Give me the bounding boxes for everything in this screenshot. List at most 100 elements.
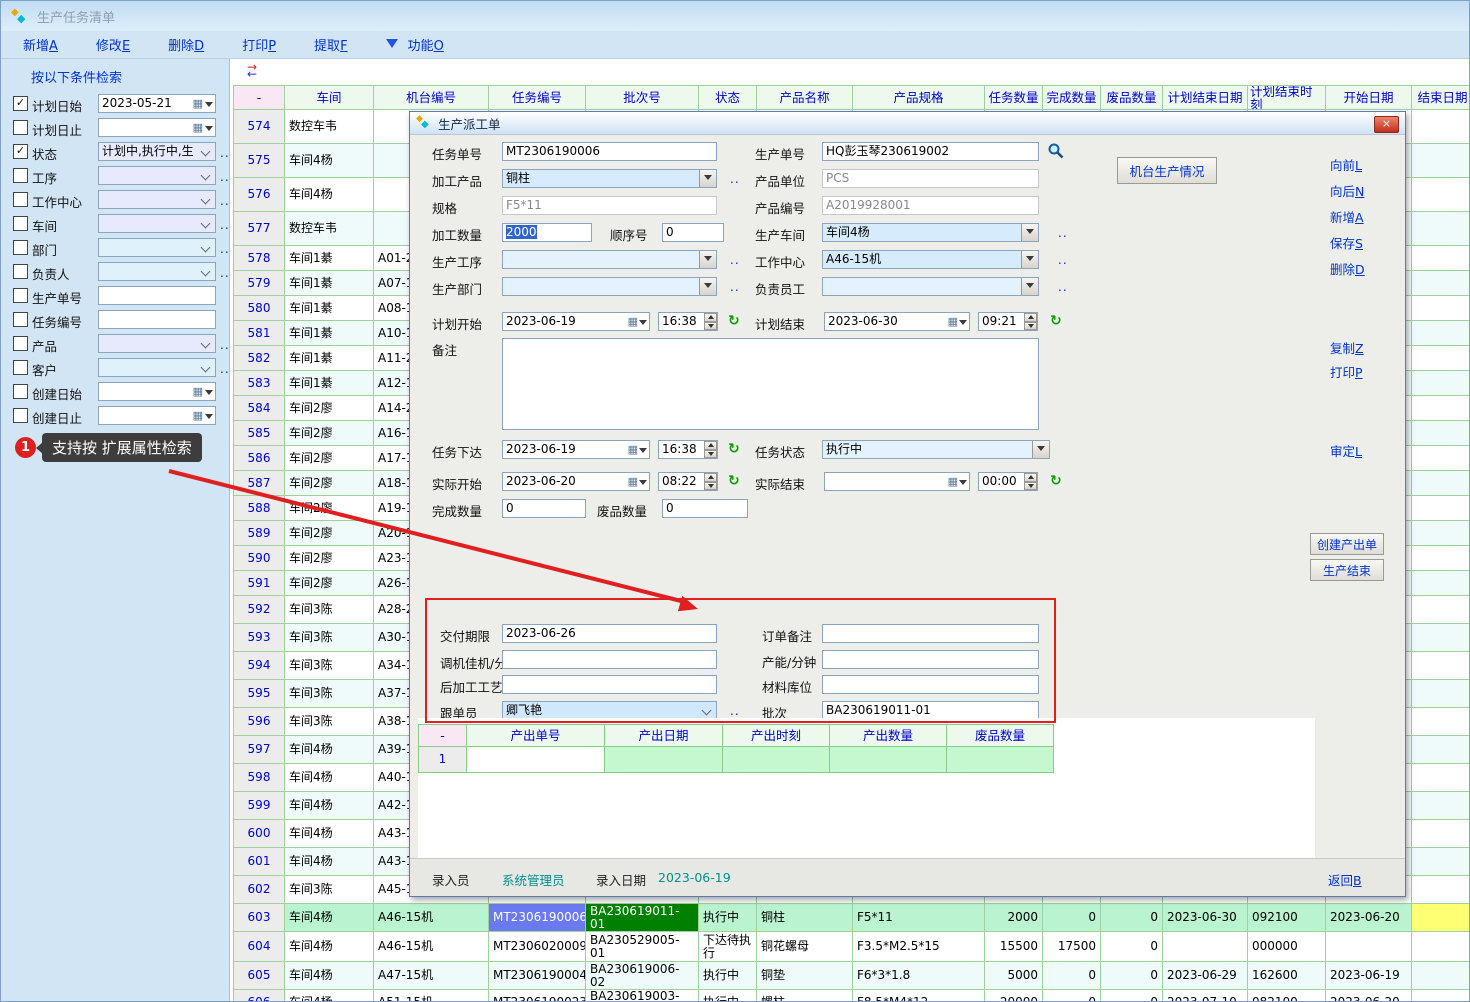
filter-input[interactable] [98,310,216,329]
column-header[interactable]: 车间 [285,86,374,110]
table-cell[interactable]: 车间4杨 [285,848,374,876]
more-options[interactable]: .. [730,280,740,294]
table-cell[interactable]: 592 [234,596,285,624]
act-end-time-field[interactable]: 00:00 [978,472,1038,491]
table-cell[interactable]: 574 [234,110,285,144]
table-cell[interactable]: 2023-06-30 [1163,904,1248,932]
spinner-down-icon[interactable] [704,450,717,459]
filter-date[interactable]: ▦ [98,118,216,137]
swap-columns-icon[interactable]: →← [247,64,267,80]
done-field[interactable]: 0 [502,499,586,518]
plan-end-date-field[interactable]: 2023-06-30▦ [824,312,970,331]
table-cell[interactable] [1412,736,1470,764]
table-cell[interactable]: A46-15机 [374,932,489,962]
table-cell[interactable]: 车间2廖 [285,496,374,521]
spinner-down-icon[interactable] [704,322,717,331]
table-cell[interactable]: MT2306190004 [489,962,586,990]
table-cell[interactable] [1412,178,1470,212]
table-cell[interactable] [1412,421,1470,446]
more-options[interactable]: .. [220,218,230,232]
table-cell[interactable]: 591 [234,571,285,596]
output-table-cell[interactable] [605,747,723,773]
more-options[interactable]: .. [1058,226,1068,240]
table-cell[interactable]: 车间1綦 [285,246,374,271]
refresh-icon[interactable]: ↻ [1050,313,1062,329]
more-options[interactable]: .. [220,266,230,280]
machine-status-button[interactable]: 机台生产情况 [1117,157,1217,184]
dropdown-arrow-icon[interactable] [205,414,213,423]
dropdown-arrow-icon[interactable] [205,126,213,135]
table-cell[interactable]: 0 [1043,990,1101,1002]
checkbox[interactable] [13,264,28,279]
dialog-link-3[interactable]: 新增A [1330,207,1364,226]
table-cell[interactable]: 螺柱 [757,990,853,1002]
table-cell[interactable] [1412,321,1470,346]
table-cell[interactable]: 580 [234,296,285,321]
filter-date[interactable]: ▦ [98,382,216,401]
table-cell[interactable]: 602 [234,876,285,904]
table-cell[interactable]: 车间4杨 [285,178,374,212]
down-arrow-icon[interactable] [386,39,398,54]
table-cell[interactable]: BA230619011-01 [586,904,699,932]
table-cell[interactable]: 577 [234,212,285,246]
filter-input[interactable] [98,286,216,305]
more-options[interactable]: .. [220,338,230,352]
dropdown-arrow-icon[interactable] [639,320,647,329]
dropdown-arrow-icon[interactable] [699,251,716,268]
table-cell[interactable]: 595 [234,680,285,708]
column-header[interactable]: 批次号 [586,86,699,110]
table-cell[interactable]: 0 [1101,904,1163,932]
table-cell[interactable]: F6*3*1.8 [853,962,985,990]
calendar-icon[interactable]: ▦ [948,474,958,489]
table-cell[interactable] [1412,471,1470,496]
filter-input[interactable] [98,262,216,281]
table-cell[interactable]: 0 [1043,904,1101,932]
more-options[interactable]: .. [220,146,230,160]
filter-date[interactable]: 2023-05-21▦ [98,94,216,113]
plan-start-time-field[interactable]: 16:38 [658,312,718,331]
column-header[interactable]: 状态 [699,86,757,110]
table-cell[interactable]: 586 [234,446,285,471]
dropdown-arrow-icon[interactable] [1032,441,1049,458]
more-options[interactable]: .. [220,362,230,376]
column-header[interactable]: 任务数量 [985,86,1043,110]
spinner-down-icon[interactable] [1024,482,1037,491]
column-header[interactable]: 计划结束时刻 [1248,86,1326,110]
more-options[interactable]: .. [220,242,230,256]
dropdown-arrow-icon[interactable] [639,448,647,457]
checkbox[interactable] [13,288,28,303]
checkbox[interactable] [13,360,28,375]
dropdown-arrow-icon[interactable] [1021,251,1038,268]
table-cell[interactable] [1412,246,1470,271]
table-cell[interactable] [1412,371,1470,396]
checkbox[interactable] [13,312,28,327]
table-cell[interactable]: 车间4杨 [285,990,374,1002]
table-cell[interactable]: 车间1綦 [285,371,374,396]
search-icon[interactable] [1047,142,1065,164]
table-cell[interactable] [1412,546,1470,571]
dept-combo[interactable] [502,277,717,296]
spinner-up-icon[interactable] [704,441,717,450]
table-cell[interactable]: 0 [1043,962,1101,990]
table-cell[interactable]: 594 [234,652,285,680]
table-cell[interactable] [1412,876,1470,904]
table-cell[interactable]: F8.5*M4*12 [853,990,985,1002]
table-cell[interactable]: 601 [234,848,285,876]
table-cell[interactable] [1412,624,1470,652]
column-header[interactable]: 产品规格 [853,86,985,110]
material-field[interactable] [822,675,1039,694]
menu-打印P[interactable]: 打印P [242,35,276,54]
table-cell[interactable]: 17500 [1043,932,1101,962]
table-cell[interactable]: 车间1綦 [285,346,374,371]
table-cell[interactable] [1412,496,1470,521]
table-cell[interactable]: BA230529005-01 [586,932,699,962]
table-cell[interactable] [1412,990,1470,1002]
more-options[interactable]: .. [1058,280,1068,294]
table-cell[interactable]: 车间3陈 [285,624,374,652]
more-options[interactable]: .. [730,253,740,267]
checkbox[interactable] [13,240,28,255]
issue-date-field[interactable]: 2023-06-19▦ [502,440,650,459]
table-cell[interactable]: 583 [234,371,285,396]
column-header[interactable]: 废品数量 [1101,86,1163,110]
table-cell[interactable]: 车间4杨 [285,736,374,764]
